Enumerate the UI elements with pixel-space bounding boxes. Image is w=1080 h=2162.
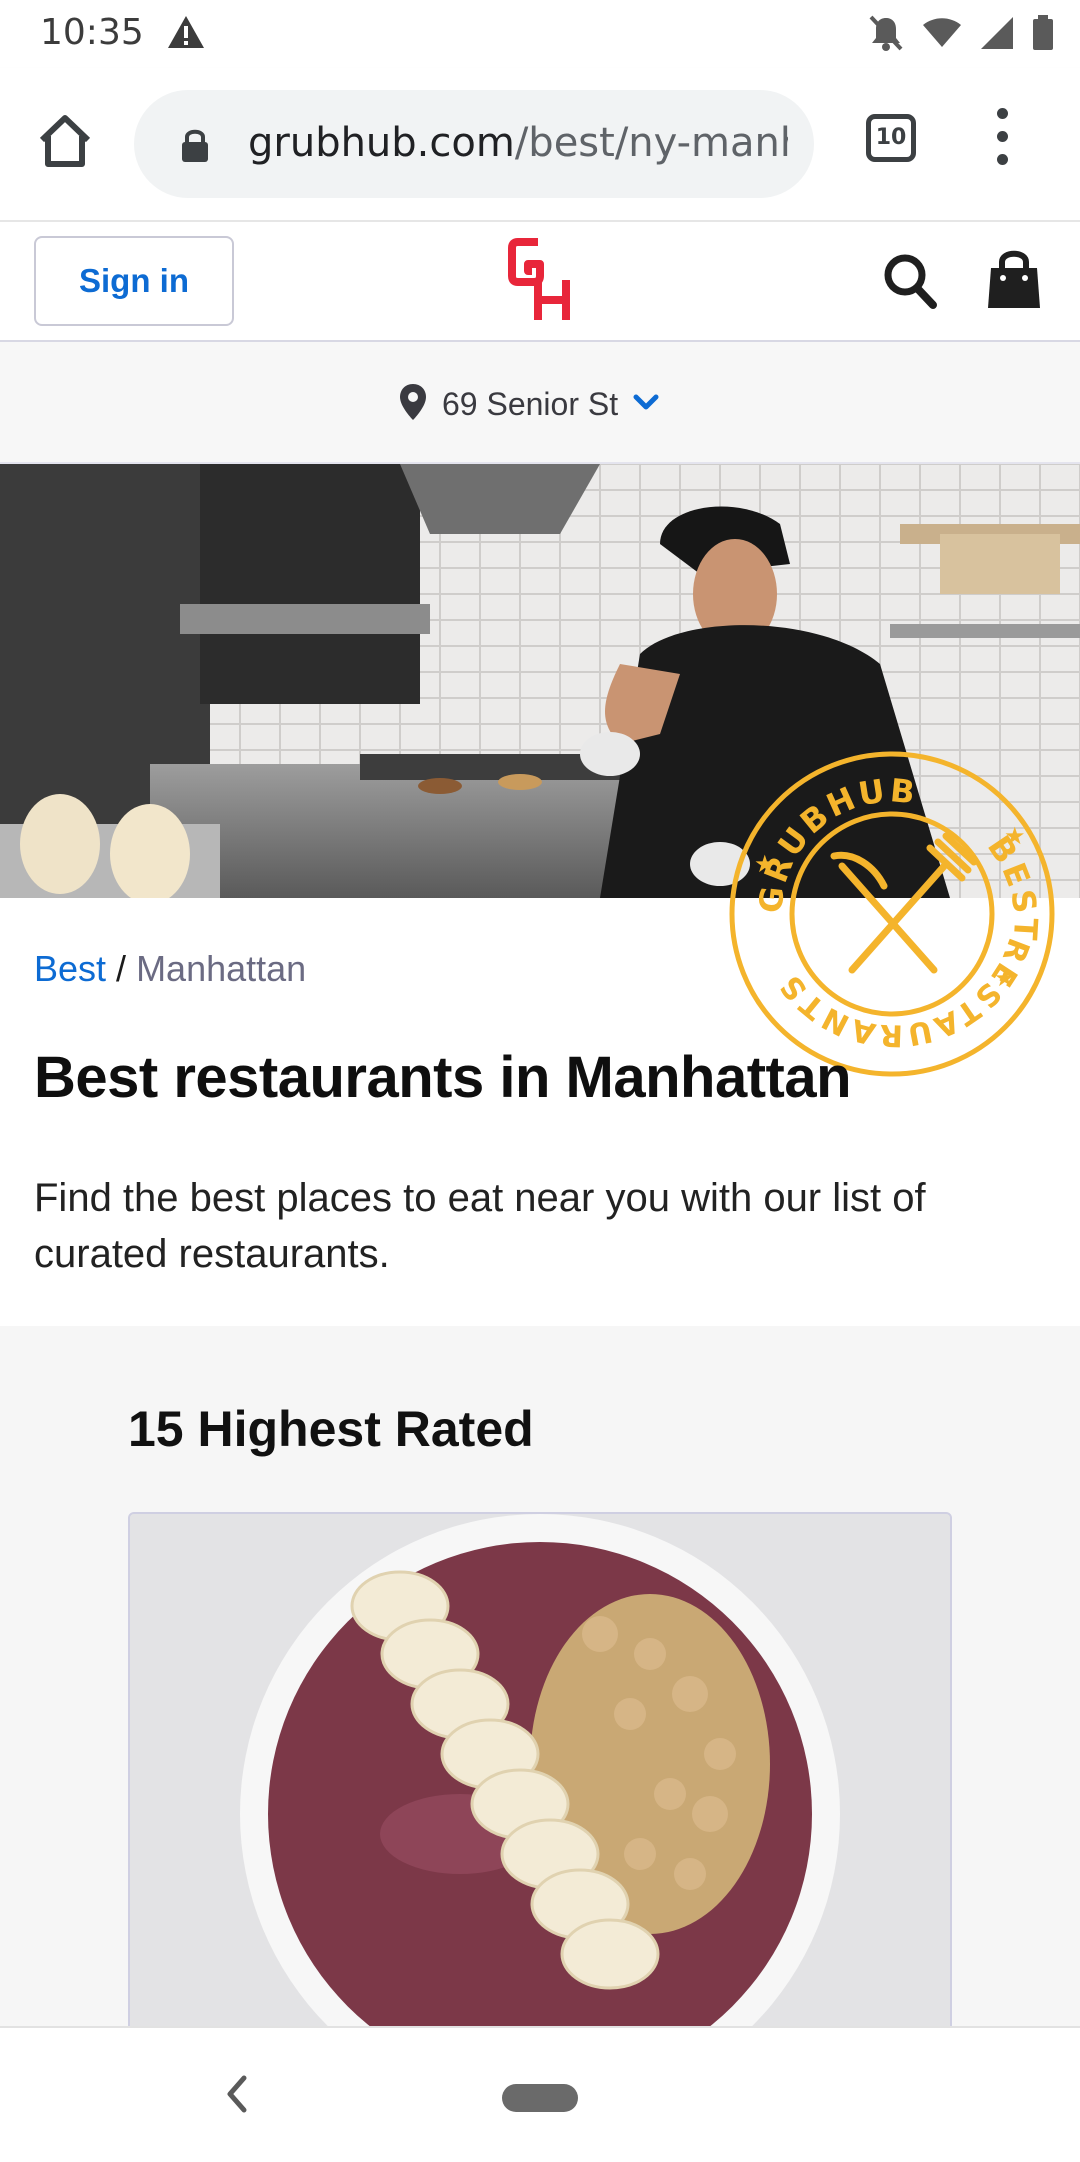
- url-text: grubhub.com/best/ny-manh: [248, 120, 788, 166]
- chevron-down-icon[interactable]: [632, 392, 660, 417]
- home-icon[interactable]: [34, 110, 96, 172]
- svg-text:★: ★: [1004, 823, 1026, 850]
- breadcrumb-current: Manhattan: [136, 948, 307, 989]
- system-navigation-bar: [0, 2026, 1080, 2162]
- svg-text:★: ★: [754, 851, 776, 878]
- status-bar: 10:35: [0, 0, 1080, 68]
- breadcrumb-separator: /: [116, 948, 127, 989]
- delivery-address-bar[interactable]: 69 Senior St: [0, 342, 1080, 464]
- site-header: Sign in: [0, 222, 1080, 342]
- more-vert-icon[interactable]: [990, 108, 1014, 168]
- search-icon[interactable]: [882, 252, 938, 315]
- warning-icon: [166, 14, 206, 55]
- battery-icon: [1032, 15, 1054, 56]
- breadcrumb: Best / Manhattan: [34, 948, 306, 990]
- url-bar[interactable]: grubhub.com/best/ny-manh: [134, 90, 814, 198]
- mute-icon: [868, 14, 904, 57]
- best-restaurants-badge: GRUBHUB BEST RESTAURANTS ★ ★ ★: [724, 746, 1060, 1082]
- browser-toolbar: grubhub.com/best/ny-manh 10: [0, 68, 1080, 222]
- lock-icon: [180, 126, 210, 169]
- section-title: 15 Highest Rated: [128, 1401, 534, 1457]
- highest-rated-section: 15 Highest Rated: [0, 1326, 1080, 2032]
- restaurant-card-image: [130, 1514, 950, 2030]
- wifi-icon: [922, 17, 962, 54]
- home-gesture-pill[interactable]: [502, 2084, 578, 2112]
- page-description: Find the best places to eat near you wit…: [34, 1176, 926, 1276]
- delivery-address[interactable]: 69 Senior St: [442, 386, 618, 423]
- url-domain: grubhub.com: [248, 120, 515, 166]
- status-time: 10:35: [40, 12, 144, 53]
- svg-text:★: ★: [994, 965, 1016, 992]
- sign-in-button[interactable]: Sign in: [34, 236, 234, 326]
- tab-switcher-button[interactable]: 10: [866, 114, 916, 162]
- back-icon[interactable]: [222, 2072, 250, 2121]
- grubhub-logo[interactable]: [508, 236, 572, 326]
- location-pin-icon: [398, 382, 428, 427]
- page-title: Best restaurants in Manhattan: [34, 1045, 852, 1110]
- restaurant-card[interactable]: [128, 1512, 952, 2032]
- shopping-bag-icon[interactable]: [986, 248, 1042, 315]
- signal-icon: [980, 16, 1014, 55]
- url-path: /best/ny-manh: [514, 120, 788, 166]
- breadcrumb-link-best[interactable]: Best: [34, 948, 106, 989]
